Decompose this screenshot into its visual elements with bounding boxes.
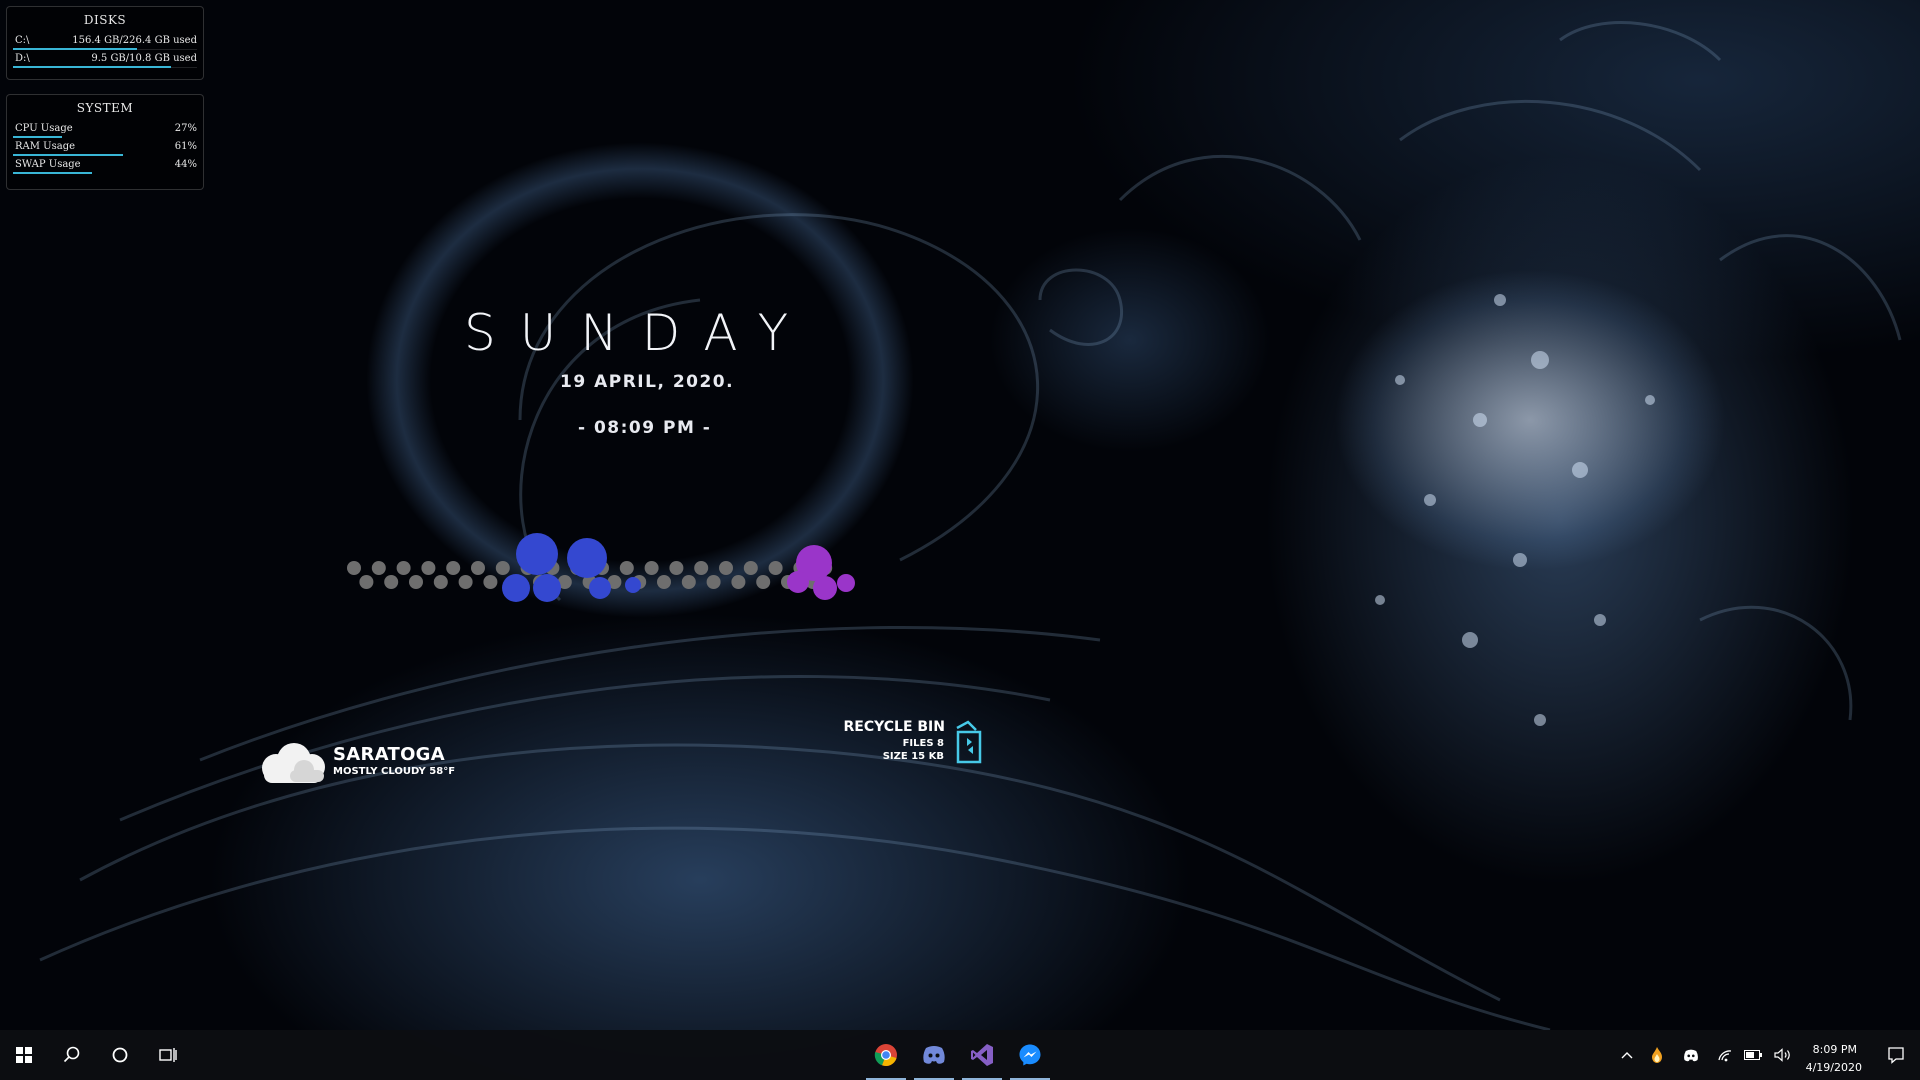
- battery-icon[interactable]: [1738, 1030, 1768, 1080]
- visualizer-dot: [694, 561, 709, 575]
- clock-day: SUNDAY: [464, 304, 813, 362]
- search-icon[interactable]: [48, 1030, 96, 1080]
- swap-label: SWAP Usage: [15, 159, 81, 170]
- visualizer-dot: [644, 561, 659, 575]
- visualizer-dot: [516, 533, 558, 575]
- swap-row: SWAP Usage 44%: [11, 157, 199, 175]
- visualizer-dot: [813, 576, 837, 600]
- chevron-up-icon[interactable]: [1612, 1030, 1642, 1080]
- disk-row-c: C:\ 156.4 GB/226.4 GB used: [11, 33, 199, 51]
- disk-usage-bar: [13, 48, 138, 50]
- system-widget: SYSTEM CPU Usage 27% RAM Usage 61% SWAP …: [6, 94, 204, 190]
- clock-date: 19 APRIL, 2020.: [560, 372, 735, 392]
- taskbar-time[interactable]: 8:09 PM: [1813, 1043, 1857, 1056]
- disk-value: 9.5 GB/10.8 GB used: [91, 53, 197, 64]
- flame-icon[interactable]: [1642, 1030, 1672, 1080]
- cpu-label: CPU Usage: [15, 123, 73, 134]
- disk-label: C:\: [15, 35, 30, 46]
- cloud-icon: [262, 743, 325, 783]
- visualizer-dot: [446, 561, 461, 575]
- ram-row: RAM Usage 61%: [11, 139, 199, 157]
- visualizer-dot: [495, 561, 510, 575]
- cpu-usage-bar: [13, 136, 62, 138]
- cpu-row: CPU Usage 27%: [11, 121, 199, 139]
- recycle-bin-files: FILES 8: [902, 738, 944, 749]
- recycle-bin-icon[interactable]: [954, 720, 986, 764]
- visualizer-dot: [657, 575, 671, 589]
- recycle-bin-title[interactable]: RECYCLE BIN: [844, 719, 946, 735]
- visualizer-dot: [433, 575, 448, 589]
- wifi-icon[interactable]: [1710, 1030, 1740, 1080]
- ram-label: RAM Usage: [15, 141, 76, 152]
- task-view-icon[interactable]: [144, 1030, 192, 1080]
- visualizer-dot: [347, 561, 361, 575]
- visualizer-dot: [567, 538, 607, 578]
- volume-icon[interactable]: [1768, 1030, 1798, 1080]
- visualizer-dot: [787, 571, 809, 593]
- clock-time: - 08:09 PM -: [578, 418, 712, 438]
- recycle-bin-size: SIZE 15 KB: [882, 751, 944, 762]
- visualizer-dot: [384, 575, 399, 589]
- taskbar-date[interactable]: 4/19/2020: [1806, 1061, 1862, 1074]
- visualizer-dot: [471, 561, 485, 575]
- disk-value: 156.4 GB/226.4 GB used: [72, 35, 197, 46]
- visualizer-dot: [359, 575, 374, 589]
- windows-start-icon[interactable]: [0, 1030, 48, 1080]
- disk-row-d: D:\ 9.5 GB/10.8 GB used: [11, 51, 199, 69]
- visualizer-dot: [719, 561, 733, 575]
- disk-label: D:\: [15, 53, 30, 64]
- visualizer-dot: [837, 574, 855, 592]
- visualizer-dot: [768, 561, 783, 575]
- taskbar: [0, 1030, 1920, 1080]
- discord-tray-icon[interactable]: [1676, 1030, 1706, 1080]
- visual-studio-icon[interactable]: [958, 1030, 1006, 1080]
- system-title: SYSTEM: [76, 101, 134, 115]
- visualizer-dot: [533, 574, 561, 602]
- ram-usage-bar: [13, 154, 123, 156]
- notification-icon[interactable]: [1872, 1030, 1920, 1080]
- chrome-icon[interactable]: [862, 1030, 910, 1080]
- visualizer-dot: [731, 575, 746, 589]
- swap-value: 44%: [174, 159, 197, 170]
- swap-usage-bar: [13, 172, 93, 174]
- ram-value: 61%: [174, 141, 197, 152]
- visualizer-dot: [409, 575, 423, 589]
- disk-usage-bar: [13, 66, 172, 68]
- visualizer-dot: [396, 561, 411, 575]
- visualizer-dot: [681, 575, 696, 589]
- disks-widget: DISKS C:\ 156.4 GB/226.4 GB used D:\ 9.5…: [6, 6, 204, 80]
- visualizer-dot: [743, 561, 758, 575]
- visualizer-dot: [458, 575, 473, 589]
- wallpaper: [39, 21, 1902, 1030]
- audio-visualizer: [347, 533, 855, 602]
- weather-city: SARATOGA: [333, 744, 445, 765]
- disks-title: DISKS: [83, 13, 127, 27]
- visualizer-dot: [756, 575, 771, 589]
- discord-icon[interactable]: [910, 1030, 958, 1080]
- visualizer-dot: [706, 575, 721, 589]
- visualizer-dot: [502, 574, 530, 602]
- visualizer-dot: [669, 561, 684, 575]
- weather-condition: MOSTLY CLOUDY 58°F: [333, 766, 456, 777]
- visualizer-dot: [421, 561, 436, 575]
- cortana-icon[interactable]: [96, 1030, 144, 1080]
- visualizer-dot: [619, 561, 634, 575]
- visualizer-dot: [589, 577, 611, 599]
- visualizer-dot: [625, 577, 641, 593]
- visualizer-dot: [483, 575, 498, 589]
- visualizer-dot: [371, 561, 386, 575]
- messenger-icon[interactable]: [1006, 1030, 1054, 1080]
- cpu-value: 27%: [174, 123, 197, 134]
